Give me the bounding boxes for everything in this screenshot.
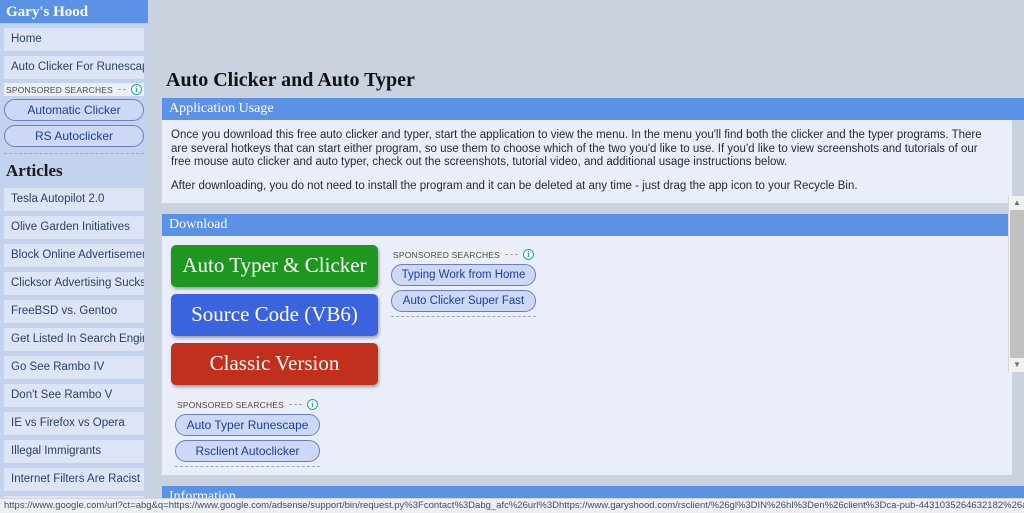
- sidebar-nav-item[interactable]: Home: [3, 27, 145, 52]
- sponsored-searches-header: SPONSORED SEARCHES i: [391, 248, 536, 261]
- sponsored-search-pill[interactable]: Auto Clicker Super Fast: [391, 290, 536, 312]
- divider-dashes: [289, 404, 302, 405]
- sponsored-search-pill[interactable]: Typing Work from Home: [391, 264, 536, 286]
- divider-dashes: [118, 89, 126, 90]
- sponsored-searches-header: SPONSORED SEARCHES i: [4, 83, 144, 96]
- browser-page: Gary's Hood Home Auto Clicker For Runesca…: [0, 0, 1024, 513]
- sidebar-nav-item[interactable]: Auto Clicker For Runescape: [3, 55, 145, 80]
- sidebar: Gary's Hood Home Auto Clicker For Runesca…: [0, 0, 148, 498]
- sponsored-search-pill[interactable]: RS Autoclicker: [4, 125, 144, 147]
- section-body-download: Auto Typer & Clicker Source Code (VB6) Cla…: [162, 236, 1012, 475]
- section-header-information: Information: [162, 486, 1024, 498]
- section-gap: [162, 203, 1024, 214]
- divider-dashes: [505, 254, 518, 255]
- sidebar-articles-list: Tesla Autopilot 2.0 Olive Garden Initiati…: [0, 187, 148, 498]
- download-button[interactable]: Classic Version: [171, 343, 378, 385]
- scroll-down-arrow-icon[interactable]: ▼: [1009, 358, 1024, 372]
- main-content: Auto Clicker and Auto Typer Application …: [162, 0, 1024, 498]
- sponsored-searches-label: SPONSORED SEARCHES: [393, 249, 501, 260]
- sidebar-nav: Home Auto Clicker For Runescape: [0, 27, 148, 80]
- sponsored-pill-list: Automatic Clicker RS Autoclicker: [4, 99, 144, 147]
- sponsored-search-pill[interactable]: Rsclient Autoclicker: [175, 440, 320, 462]
- sponsored-searches-header: SPONSORED SEARCHES i: [175, 398, 320, 411]
- download-sponsored-searches: SPONSORED SEARCHES i Typing Work from Ho…: [391, 244, 536, 392]
- sidebar-article-item[interactable]: Internet Filters Are Racist: [3, 467, 145, 492]
- application-usage-paragraph-2: After downloading, you do not need to in…: [171, 179, 858, 192]
- sidebar-article-item[interactable]: FreeBSD vs. Gentoo: [3, 299, 145, 324]
- download-button-group: Auto Typer & Clicker Source Code (VB6) Cla…: [171, 244, 381, 392]
- info-icon[interactable]: i: [307, 399, 318, 410]
- section-header-download: Download: [162, 214, 1024, 236]
- status-bar-url: https://www.google.com/url?ct=abg&q=http…: [0, 498, 1024, 513]
- download-button[interactable]: Auto Typer & Clicker: [171, 245, 378, 287]
- sidebar-sponsored-searches: SPONSORED SEARCHES i Automatic Clicker RS…: [4, 83, 144, 154]
- vertical-scrollbar[interactable]: ▲ ▼: [1008, 196, 1024, 372]
- scroll-up-arrow-icon[interactable]: ▲: [1009, 196, 1024, 210]
- sidebar-article-item[interactable]: IE vs Firefox vs Opera: [3, 411, 145, 436]
- sponsored-pill-list: Typing Work from Home Auto Clicker Super …: [391, 264, 536, 312]
- sponsored-search-pill[interactable]: Auto Typer Runescape: [175, 414, 320, 436]
- sidebar-article-item[interactable]: Don't See Rambo V: [3, 383, 145, 408]
- sidebar-article-item[interactable]: Tesla Autopilot 2.0: [3, 187, 145, 212]
- sponsored-divider: [175, 466, 320, 467]
- sponsored-divider: [391, 316, 536, 317]
- sidebar-article-item[interactable]: Get Listed In Search Engines: [3, 327, 145, 352]
- sponsored-searches-label: SPONSORED SEARCHES: [6, 84, 114, 95]
- sidebar-article-item[interactable]: Block Online Advertisements: [3, 243, 145, 268]
- section-gap: [162, 475, 1024, 486]
- page-title: Auto Clicker and Auto Typer: [166, 69, 415, 91]
- sidebar-article-item[interactable]: Clicksor Advertising Sucks: [3, 271, 145, 296]
- section-header-application-usage: Application Usage: [162, 98, 1024, 120]
- download-button[interactable]: Source Code (VB6): [171, 294, 378, 336]
- sponsored-pill-list: Auto Typer Runescape Rsclient Autoclicker: [175, 414, 320, 462]
- download-sponsored-searches-lower: SPONSORED SEARCHES i Auto Typer Runescap…: [175, 398, 320, 467]
- section-body-application-usage: Once you download this free auto clicker…: [162, 120, 1012, 203]
- sidebar-article-item[interactable]: Illegal Immigrants: [3, 439, 145, 464]
- articles-heading: Articles: [6, 161, 63, 180]
- sidebar-article-item[interactable]: Go See Rambo IV: [3, 355, 145, 380]
- scrollbar-thumb[interactable]: [1010, 210, 1024, 358]
- application-usage-paragraph-1: Once you download this free auto clicker…: [171, 129, 982, 168]
- sidebar-article-item[interactable]: Olive Garden Initiatives: [3, 215, 145, 240]
- info-icon[interactable]: i: [131, 84, 142, 95]
- sponsored-searches-label: SPONSORED SEARCHES: [177, 399, 285, 410]
- sponsored-search-pill[interactable]: Automatic Clicker: [4, 99, 144, 121]
- info-icon[interactable]: i: [523, 249, 534, 260]
- site-title: Gary's Hood: [0, 0, 148, 24]
